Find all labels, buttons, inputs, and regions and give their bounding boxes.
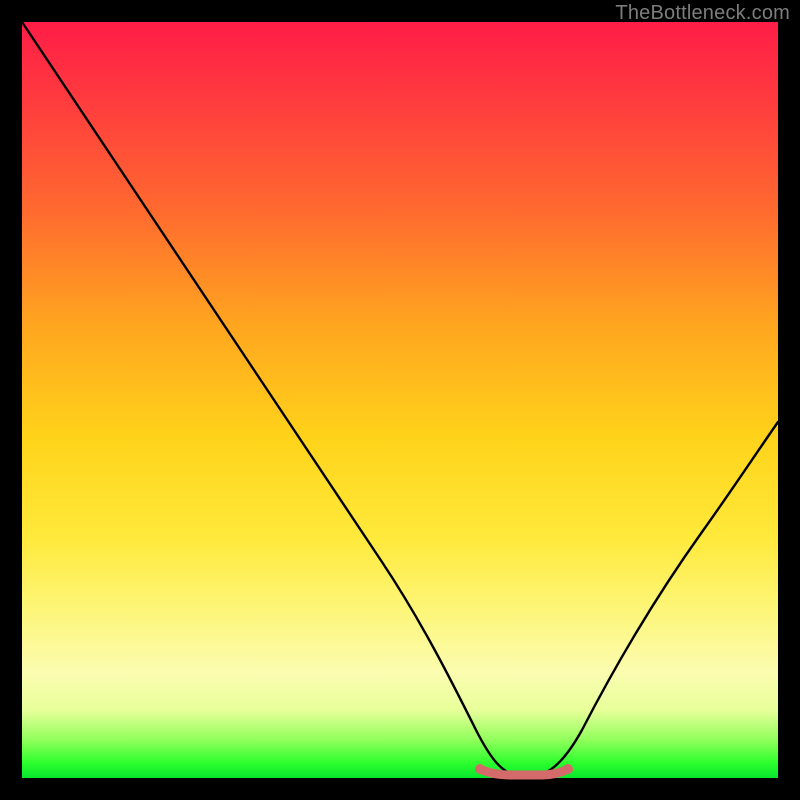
sweet-spot-band-path — [480, 769, 568, 775]
chart-frame: TheBottleneck.com — [0, 0, 800, 800]
sweet-spot-left-dot — [475, 764, 485, 774]
bottleneck-curve-path — [22, 22, 778, 774]
plot-area — [22, 22, 778, 778]
chart-svg — [22, 22, 778, 778]
sweet-spot-right-dot — [563, 764, 573, 774]
